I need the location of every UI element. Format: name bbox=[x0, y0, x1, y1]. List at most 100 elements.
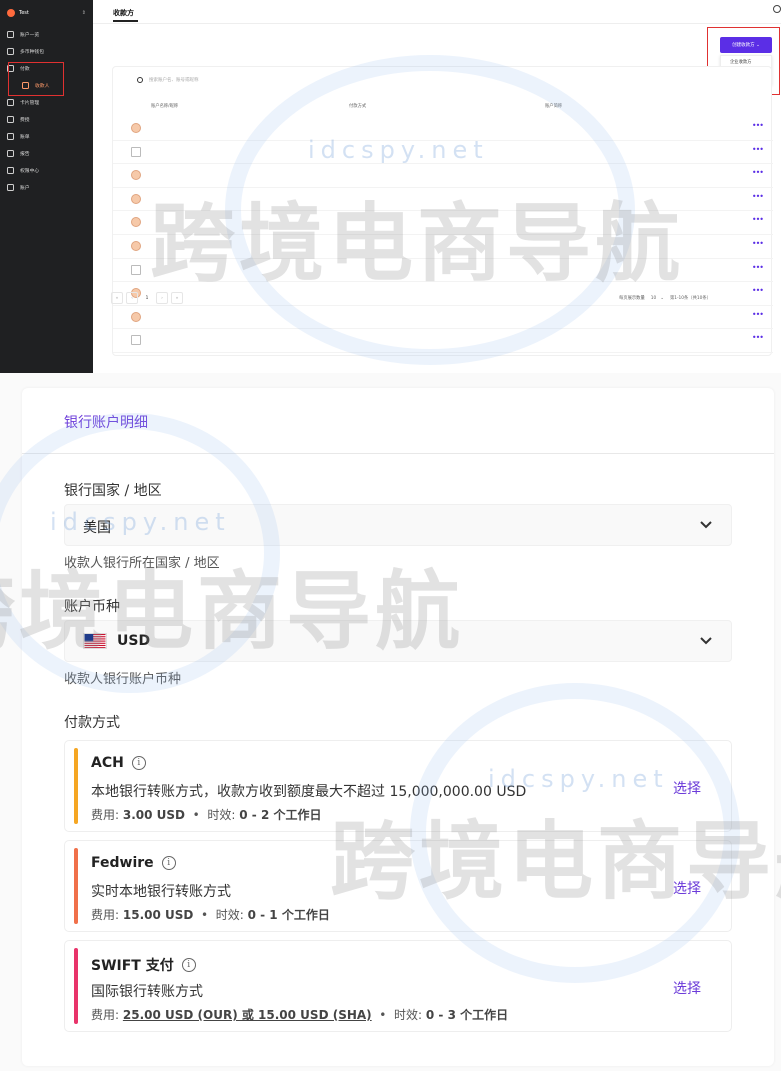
main-panel: 收款方 创建收款方 ⌄ 企业收款方 个人收款方 搜索账户名、账号或昵称 账户名称… bbox=[93, 0, 781, 373]
current-page[interactable]: 1 bbox=[141, 296, 153, 301]
filter-icon bbox=[7, 167, 14, 174]
report-icon bbox=[7, 150, 14, 157]
column-header: 账户简称 bbox=[545, 104, 563, 109]
more-icon[interactable]: ••• bbox=[752, 263, 764, 272]
currency-value: USD bbox=[117, 633, 151, 649]
choose-button[interactable]: 选择 bbox=[673, 778, 701, 798]
country-label: 银行国家 / 地区 bbox=[64, 483, 162, 499]
person-avatar-icon bbox=[131, 217, 141, 228]
bank-avatar-icon bbox=[131, 146, 141, 157]
last-page-button[interactable]: » bbox=[171, 292, 183, 304]
logo-icon bbox=[7, 9, 15, 17]
method-description: 国际银行转账方式 bbox=[91, 984, 203, 1000]
method-description: 实时本地银行转账方式 bbox=[91, 884, 231, 900]
method-description: 本地银行转账方式，收款方收到额度最大不超过 15,000,000.00 USD bbox=[91, 784, 527, 800]
methods-label: 付款方式 bbox=[64, 715, 120, 731]
user-icon[interactable] bbox=[773, 5, 781, 13]
prev-page-button[interactable]: ‹ bbox=[126, 292, 138, 304]
org-name: Test bbox=[19, 10, 29, 16]
first-page-button[interactable]: « bbox=[111, 292, 123, 304]
table-row[interactable]: ••• bbox=[113, 188, 773, 212]
table-row[interactable]: ••• bbox=[113, 164, 773, 188]
info-icon[interactable]: i bbox=[131, 756, 146, 770]
highlight-box bbox=[8, 62, 64, 96]
table-row[interactable]: ••• bbox=[113, 141, 773, 165]
table-row[interactable]: ••• bbox=[113, 329, 773, 353]
more-icon[interactable]: ••• bbox=[752, 121, 764, 130]
column-header: 账户名称/昵称 bbox=[151, 104, 179, 109]
next-page-button[interactable]: › bbox=[156, 292, 168, 304]
sidebar-item-permissions[interactable]: 权限中心 bbox=[0, 162, 93, 179]
country-value: 美国 bbox=[83, 520, 111, 536]
sidebar-item-fees[interactable]: 费授 bbox=[0, 111, 93, 128]
section-header: 银行账户明细 bbox=[22, 388, 774, 454]
payment-method-card: SWIFT 支付 i 国际银行转账方式 费用: 25.00 USD (OUR) 或… bbox=[64, 940, 732, 1032]
table-row[interactable]: ••• bbox=[113, 235, 773, 259]
method-fee: 费用: 3.00 USD • 时效: 0 - 2 个工作日 bbox=[91, 808, 322, 822]
title-underline bbox=[113, 20, 138, 22]
fee-icon bbox=[7, 116, 14, 123]
sidebar-item-overview[interactable]: 账户一览 bbox=[0, 26, 93, 43]
sidebar-item-account[interactable]: 账户 bbox=[0, 179, 93, 196]
more-icon[interactable]: ••• bbox=[752, 333, 764, 342]
sidebar-item-wallet[interactable]: 多币种钱包 bbox=[0, 43, 93, 60]
table-row[interactable]: ••• bbox=[113, 211, 773, 235]
table-row[interactable]: ••• bbox=[113, 306, 773, 330]
time-value: 0 - 3 个工作日 bbox=[425, 1008, 509, 1022]
wallet-icon bbox=[7, 48, 14, 55]
search-icon bbox=[137, 77, 143, 83]
country-hint: 收款人银行所在国家 / 地区 bbox=[64, 556, 220, 571]
table-header: 账户名称/昵称 付款方式 账户简称 bbox=[113, 100, 773, 112]
bank-avatar-icon bbox=[131, 264, 141, 275]
table-row[interactable]: ••• bbox=[113, 117, 773, 141]
currency-select[interactable]: USD bbox=[64, 620, 732, 662]
page: Test ⇕ 账户一览 多币种钱包 付款 收款人 卡片管理 费授 账单 报告 权… bbox=[0, 0, 781, 1071]
method-accent-bar bbox=[74, 948, 78, 1024]
table-row[interactable]: ••• bbox=[113, 259, 773, 283]
org-switcher[interactable]: Test ⇕ bbox=[0, 0, 93, 26]
payee-list-screen: Test ⇕ 账户一览 多币种钱包 付款 收款人 卡片管理 费授 账单 报告 权… bbox=[0, 0, 781, 373]
header-divider bbox=[93, 23, 781, 24]
per-page-label: 每页展示数量 bbox=[619, 296, 645, 301]
pagination-info: 每页展示数量 10 ⌄ 第1-10条（共10条） bbox=[619, 295, 711, 302]
card-icon bbox=[7, 99, 14, 106]
payment-method-card: Fedwire i 实时本地银行转账方式 费用: 15.00 USD • 时效: … bbox=[64, 840, 732, 932]
per-page-select[interactable]: 10 ⌄ bbox=[651, 296, 664, 301]
more-icon[interactable]: ••• bbox=[752, 145, 764, 154]
bank-detail-card: 银行账户明细 银行国家 / 地区 美国 收款人银行所在国家 / 地区 账户币种 bbox=[22, 388, 774, 1066]
person-avatar-icon bbox=[131, 170, 141, 181]
chevron-updown-icon: ⇕ bbox=[81, 10, 86, 16]
more-icon[interactable]: ••• bbox=[752, 239, 764, 248]
method-name: SWIFT 支付 bbox=[91, 958, 174, 974]
time-value: 0 - 2 个工作日 bbox=[239, 808, 322, 822]
method-accent-bar bbox=[74, 748, 78, 824]
payment-method-card: ACH i 本地银行转账方式，收款方收到额度最大不超过 15,000,000.00… bbox=[64, 740, 732, 832]
method-accent-bar bbox=[74, 848, 78, 924]
info-icon[interactable]: i bbox=[161, 856, 176, 870]
method-name: ACH bbox=[91, 755, 124, 771]
pagination: « ‹ 1 › » bbox=[111, 292, 183, 304]
sidebar-item-bills[interactable]: 账单 bbox=[0, 128, 93, 145]
country-select[interactable]: 美国 bbox=[64, 504, 732, 546]
us-flag-icon bbox=[83, 633, 107, 649]
person-avatar-icon bbox=[131, 123, 141, 133]
payee-table-card: 搜索账户名、账号或昵称 账户名称/昵称 付款方式 账户简称 ••• ••• ••• •… bbox=[112, 66, 773, 356]
more-icon[interactable]: ••• bbox=[752, 215, 764, 224]
more-icon[interactable]: ••• bbox=[752, 310, 764, 319]
more-icon[interactable]: ••• bbox=[752, 168, 764, 177]
sidebar-item-cards[interactable]: 卡片管理 bbox=[0, 94, 93, 111]
section-title: 银行账户明细 bbox=[64, 415, 148, 431]
choose-button[interactable]: 选择 bbox=[673, 878, 701, 898]
table-row[interactable]: ••• bbox=[113, 282, 773, 306]
more-icon[interactable]: ••• bbox=[752, 192, 764, 201]
bank-detail-screen: 银行账户明细 银行国家 / 地区 美国 收款人银行所在国家 / 地区 账户币种 bbox=[0, 373, 781, 1071]
sidebar: Test ⇕ 账户一览 多币种钱包 付款 收款人 卡片管理 费授 账单 报告 权… bbox=[0, 0, 93, 373]
choose-button[interactable]: 选择 bbox=[673, 978, 701, 998]
search-bar[interactable]: 搜索账户名、账号或昵称 bbox=[137, 77, 199, 83]
search-input[interactable]: 搜索账户名、账号或昵称 bbox=[149, 77, 199, 83]
column-header: 付款方式 bbox=[349, 104, 367, 109]
info-icon[interactable]: i bbox=[181, 958, 196, 972]
bill-icon bbox=[7, 133, 14, 140]
more-icon[interactable]: ••• bbox=[752, 286, 764, 295]
sidebar-item-reports[interactable]: 报告 bbox=[0, 145, 93, 162]
